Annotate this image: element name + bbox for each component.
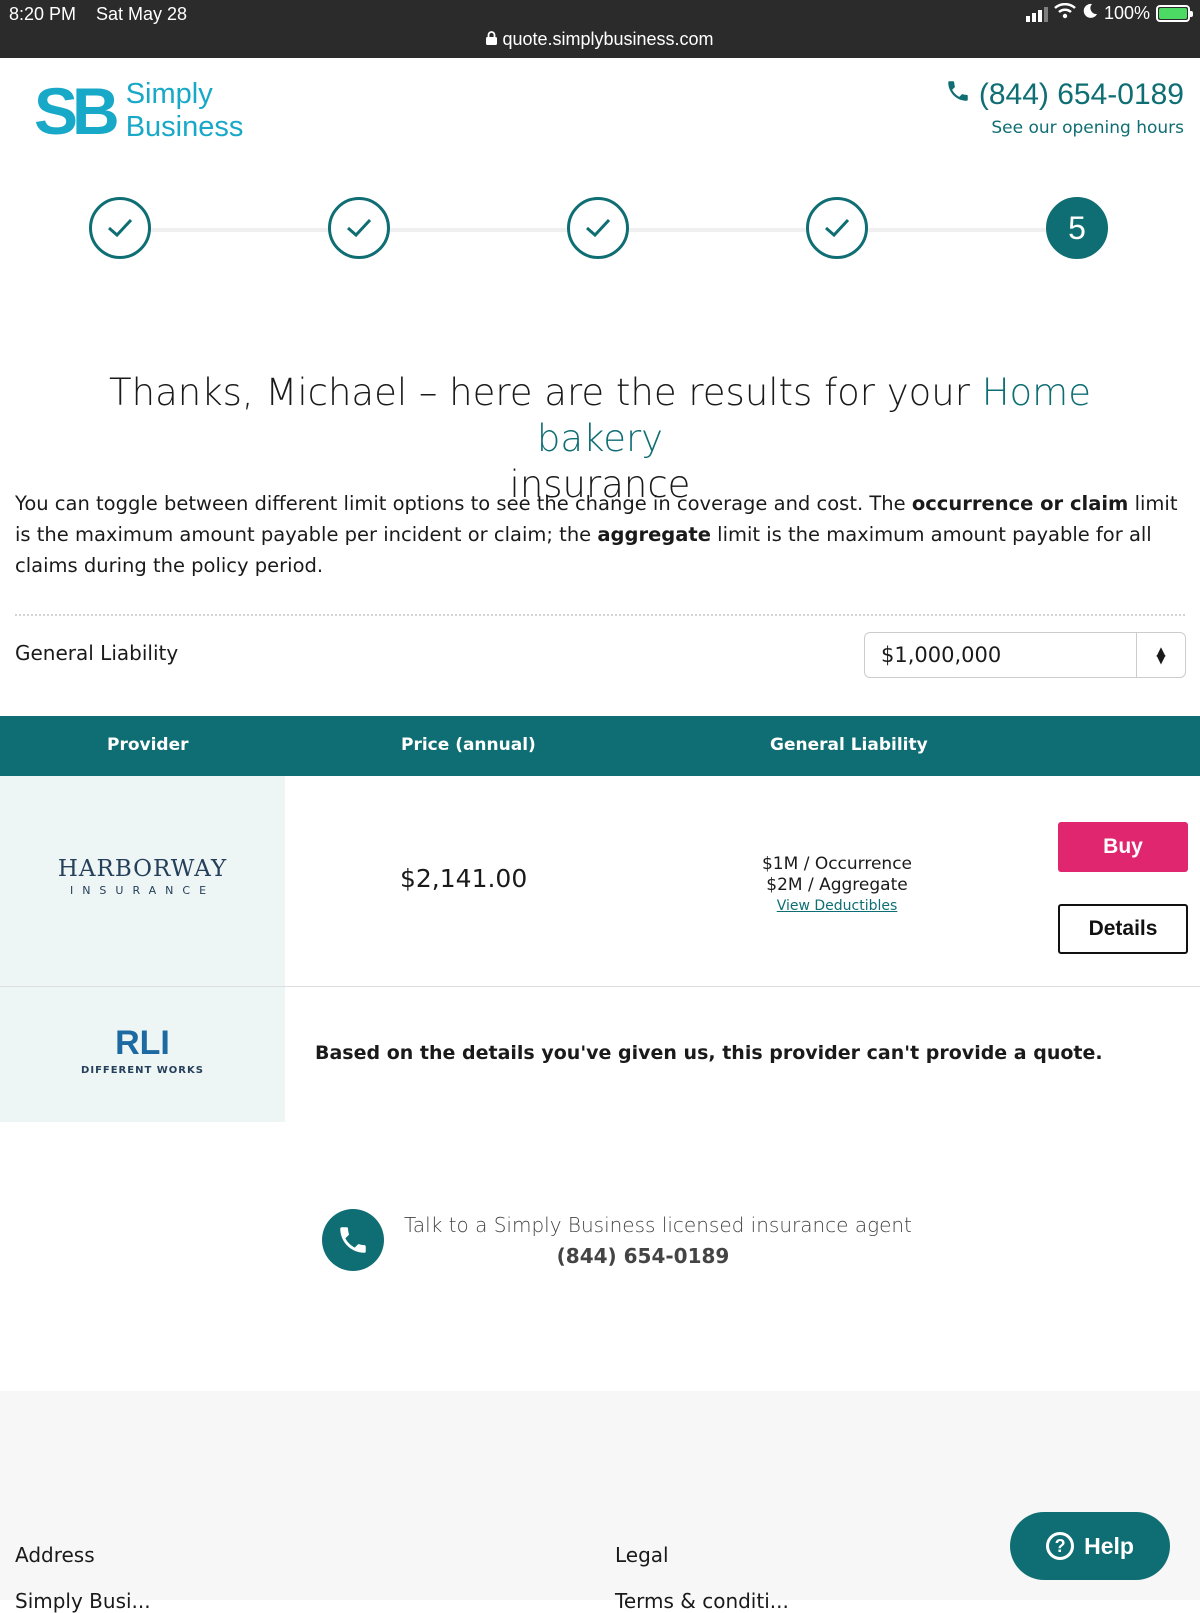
address-bar[interactable]: quote.simplybusiness.com [0,29,1200,50]
moon-icon [1082,3,1098,24]
step-3-complete[interactable] [567,197,629,259]
status-date: Sat May 28 [96,4,188,24]
question-icon: ? [1046,1532,1075,1560]
limit-select-value: $1,000,000 [881,643,1002,667]
provider-name: HARBORWAY [57,856,228,882]
step-1-complete[interactable] [89,197,151,259]
footer-address-heading: Address [15,1543,95,1567]
column-header-liability: General Liability [770,735,928,755]
provider-cell: HARBORWAY INSURANCE [0,776,285,986]
battery-percent: 100% [1103,3,1150,23]
agent-contact[interactable]: Talk to a Simply Business licensed insur… [322,1209,942,1273]
provider-subtitle: DIFFERENT WORKS [81,1065,204,1076]
no-quote-message: Based on the details you've given us, th… [315,1042,1103,1064]
opening-hours-link[interactable]: See our opening hours [945,118,1184,138]
aggregate-limit: $2M / Aggregate [766,875,908,895]
table-row: HARBORWAY INSURANCE $2,141.00 $1M / Occu… [0,776,1200,987]
phone-circle-icon [322,1209,384,1271]
agent-text: Talk to a Simply Business licensed insur… [404,1213,912,1237]
check-icon [825,218,850,238]
url-text: quote.simplybusiness.com [502,29,714,49]
footer-address-text: Simply Busi... [15,1589,151,1613]
footer-terms-link[interactable]: Terms & conditi... [615,1589,789,1613]
step-2-complete[interactable] [328,197,390,259]
help-button[interactable]: ? Help [1010,1512,1170,1580]
header-phone-link[interactable]: (844) 654-0189 [945,78,1184,112]
brand-logo[interactable]: SB Simply Business [34,78,243,144]
step-5-current: 5 [1046,197,1108,259]
table-row: RLI DIFFERENT WORKS Based on the details… [0,987,1200,1122]
battery-icon [1156,5,1193,22]
updown-arrows-icon: ▲ ▼ [1136,633,1185,677]
column-header-price: Price (annual) [401,735,536,755]
intro-bold-aggregate: aggregate [597,523,711,546]
occurrence-limit: $1M / Occurrence [761,854,913,874]
buy-button[interactable]: Buy [1058,822,1188,872]
divider [15,614,1185,616]
footer-legal-heading: Legal [615,1543,669,1567]
step-4-complete[interactable] [806,197,868,259]
cellular-signal-icon [1025,6,1048,22]
results-table-header: Provider Price (annual) General Liabilit… [0,716,1200,776]
check-icon [586,218,611,238]
progress-stepper: 5 [0,195,1200,265]
help-label: Help [1084,1532,1134,1559]
logo-text-line2: Business [125,111,244,143]
lock-icon [486,29,502,49]
status-bar: 8:20 PM Sat May 28 quote.simplybusiness.… [0,0,1200,58]
details-button[interactable]: Details [1058,904,1188,954]
phone-icon [945,78,971,112]
intro-paragraph: You can toggle between different limit o… [15,488,1185,581]
logo-mark: SB [34,74,120,148]
coverage-cell: $1M / Occurrence $2M / Aggregate View De… [720,854,954,917]
check-icon [108,218,133,238]
provider-cell: RLI DIFFERENT WORKS [0,987,285,1122]
column-header-provider: Provider [107,735,189,755]
limit-label: General Liability [15,641,179,665]
rli-logo: RLI DIFFERENT WORKS [0,1025,285,1076]
provider-name: RLI [115,1024,170,1062]
limit-select[interactable]: $1,000,000 ▲ ▼ [864,632,1186,678]
harborway-logo: HARBORWAY INSURANCE [0,856,285,897]
header-phone-number: (844) 654-0189 [978,78,1184,111]
view-deductibles-link[interactable]: View Deductibles [720,896,954,917]
agent-phone[interactable]: (844) 654-0189 [404,1244,882,1268]
title-prefix: Thanks, Michael – here are the results f… [109,371,982,414]
wifi-icon [1054,3,1076,24]
intro-text: You can toggle between different limit o… [15,492,912,515]
provider-subtitle: INSURANCE [69,884,216,897]
intro-bold-occurrence: occurrence or claim [911,492,1129,515]
header-contact: (844) 654-0189 See our opening hours [945,78,1184,138]
logo-text-line1: Simply [125,78,213,110]
annual-price: $2,141.00 [400,864,528,893]
status-time: 8:20 PM [9,4,77,24]
check-icon [347,218,372,238]
